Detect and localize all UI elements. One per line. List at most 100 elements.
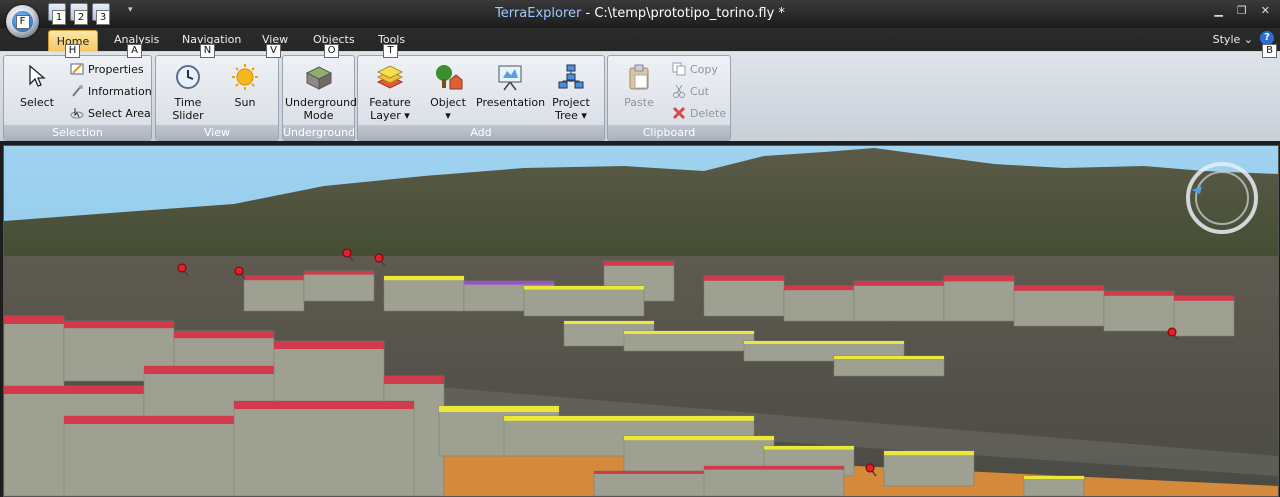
building bbox=[1173, 295, 1235, 337]
keytip: F bbox=[15, 14, 30, 29]
building bbox=[243, 275, 305, 312]
project-tree-label-line2: Tree bbox=[555, 109, 578, 122]
app-logo-icon: F bbox=[12, 11, 33, 32]
terrain-cube-icon bbox=[304, 62, 334, 92]
properties-label: Properties bbox=[88, 62, 144, 76]
building bbox=[63, 415, 245, 496]
building-roof bbox=[744, 341, 904, 344]
keytip: V bbox=[266, 44, 281, 58]
style-label: Style bbox=[1212, 33, 1241, 46]
app-name: TerraExplorer bbox=[495, 6, 582, 21]
building-roof bbox=[1104, 291, 1174, 296]
object-label: Object ▾ bbox=[430, 96, 466, 122]
building-roof bbox=[854, 281, 944, 286]
3d-viewport[interactable] bbox=[3, 145, 1279, 497]
group-view: Time Slider Sun View bbox=[155, 55, 279, 141]
feature-layer-label-line1: Feature bbox=[369, 96, 411, 109]
building-roof bbox=[604, 261, 674, 266]
project-tree-label-line1: Project bbox=[552, 96, 590, 109]
presentation-button[interactable]: Presentation bbox=[476, 62, 546, 109]
restore-icon[interactable]: ❐ bbox=[1237, 4, 1247, 17]
group-add: Feature Layer ▾ Object ▾ Presentation Proj… bbox=[357, 55, 605, 141]
object-label-text: Object bbox=[430, 96, 466, 109]
delete-icon bbox=[672, 106, 686, 120]
clipboard-icon bbox=[624, 62, 654, 92]
building-roof bbox=[4, 316, 64, 324]
style-menu[interactable]: Style ⌄ bbox=[1213, 33, 1253, 46]
information-button[interactable]: Information bbox=[70, 84, 152, 98]
building-roof bbox=[704, 466, 844, 470]
building-roof bbox=[144, 366, 284, 374]
building bbox=[853, 280, 945, 322]
copy-button[interactable]: Copy bbox=[672, 62, 718, 76]
project-tree-button[interactable]: Project Tree ▾ bbox=[548, 62, 594, 122]
time-slider-button[interactable]: Time Slider bbox=[162, 62, 214, 122]
scissors-icon bbox=[672, 84, 686, 98]
group-label: Clipboard bbox=[608, 125, 730, 140]
building-roof bbox=[244, 276, 304, 281]
select-area-button[interactable]: Select Area bbox=[70, 106, 151, 120]
feature-layer-button[interactable]: Feature Layer ▾ bbox=[364, 62, 416, 122]
building-roof bbox=[504, 416, 754, 421]
cut-label: Cut bbox=[690, 84, 709, 98]
close-icon[interactable]: ✕ bbox=[1261, 4, 1270, 17]
keytip: N bbox=[200, 44, 215, 58]
minimize-icon[interactable]: ▁ bbox=[1214, 4, 1222, 17]
group-clipboard: Paste Copy Cut Delete Clipboard bbox=[607, 55, 731, 141]
help-icon[interactable]: ? bbox=[1260, 31, 1274, 45]
building bbox=[703, 275, 785, 317]
time-slider-label: Time Slider bbox=[162, 96, 214, 122]
group-label: View bbox=[156, 125, 278, 140]
window-controls: ▁ ❐ ✕ bbox=[1214, 4, 1270, 17]
project-tree-icon bbox=[556, 62, 586, 92]
building bbox=[783, 285, 855, 322]
building-roof bbox=[834, 356, 944, 359]
building-roof bbox=[384, 376, 444, 384]
presentation-label: Presentation bbox=[476, 96, 546, 109]
underground-mode-label: Underground Mode bbox=[285, 96, 357, 122]
paste-label: Paste bbox=[624, 96, 654, 109]
information-icon bbox=[70, 84, 84, 98]
building-roof bbox=[624, 436, 774, 441]
keytip: T bbox=[383, 44, 398, 58]
sun-label: Sun bbox=[234, 96, 256, 109]
copy-label: Copy bbox=[690, 62, 718, 76]
building-roof bbox=[64, 416, 244, 424]
building bbox=[703, 465, 845, 496]
ribbon: Select Properties Information Select Are… bbox=[0, 51, 1280, 141]
sun-icon bbox=[230, 62, 260, 92]
title-bar: 1 2 3 ▾ TerraExplorer - C:\temp\prototip… bbox=[0, 0, 1280, 28]
underground-mode-button[interactable]: Underground Mode bbox=[285, 62, 357, 122]
building-roof bbox=[464, 281, 554, 285]
properties-button[interactable]: Properties bbox=[70, 62, 144, 76]
time-slider-label-line1: Time bbox=[174, 96, 202, 109]
building-roof bbox=[304, 271, 374, 275]
clock-icon bbox=[173, 62, 203, 92]
building-roof bbox=[1174, 296, 1234, 301]
information-label: Information bbox=[88, 84, 152, 98]
building bbox=[383, 275, 465, 312]
building bbox=[303, 270, 375, 302]
building-roof bbox=[174, 331, 274, 339]
select-button[interactable]: Select bbox=[12, 62, 62, 109]
ribbon-tabs: Home Analysis Navigation View Objects To… bbox=[0, 28, 1280, 52]
application-menu-button[interactable]: F bbox=[6, 5, 39, 38]
building bbox=[883, 450, 975, 487]
building bbox=[523, 285, 645, 317]
underground-mode-label-line2: Mode bbox=[303, 109, 334, 122]
building bbox=[1013, 285, 1105, 327]
building-roof bbox=[384, 276, 464, 281]
sun-button[interactable]: Sun bbox=[222, 62, 268, 109]
keytip: B bbox=[1262, 44, 1277, 58]
building-roof bbox=[764, 446, 854, 450]
select-label: Select bbox=[20, 96, 54, 109]
delete-button[interactable]: Delete bbox=[672, 106, 726, 120]
cursor-icon bbox=[22, 62, 52, 92]
building-roof bbox=[944, 276, 1014, 282]
object-button[interactable]: Object ▾ bbox=[426, 62, 470, 122]
cut-button[interactable]: Cut bbox=[672, 84, 709, 98]
tree-house-icon bbox=[433, 62, 463, 92]
building-roof bbox=[884, 451, 974, 456]
window-title: TerraExplorer - C:\temp\prototipo_torino… bbox=[0, 6, 1280, 21]
paste-button[interactable]: Paste bbox=[614, 62, 664, 109]
